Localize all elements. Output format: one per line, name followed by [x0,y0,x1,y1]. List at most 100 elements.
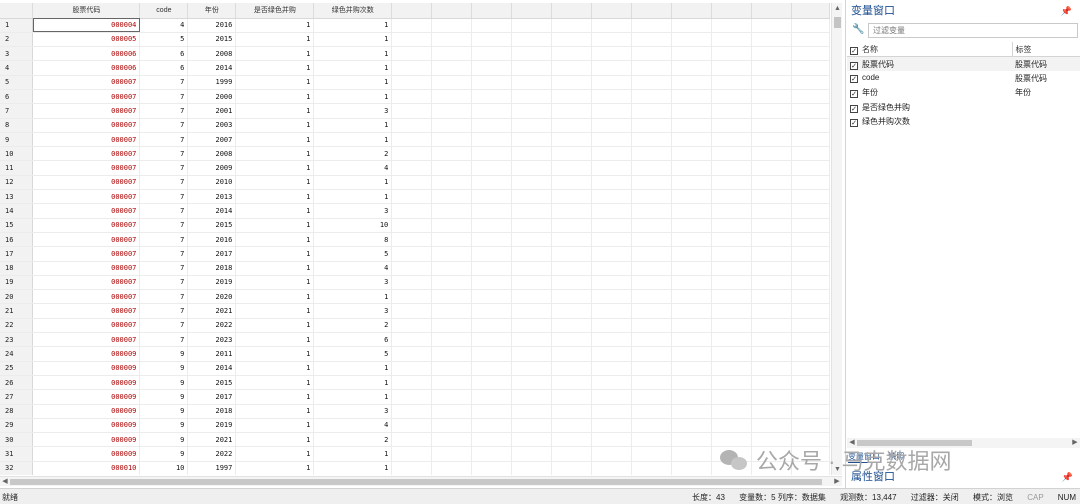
cell-stock-code[interactable]: 000007 [32,246,141,262]
cell-green-merger-count[interactable]: 2 [313,432,393,448]
cell-green-merger-count[interactable]: 1 [313,132,393,148]
cell-code[interactable]: 9 [139,346,189,362]
cell-code[interactable]: 7 [139,89,189,105]
table-row[interactable]: 32 000010 10 1997 1 1 [0,461,830,475]
cell-year[interactable]: 2020 [187,289,237,305]
cell-stock-code[interactable]: 000009 [32,418,141,434]
cell-year[interactable]: 2019 [187,418,237,434]
scroll-right-icon[interactable]: ▶ [832,477,842,486]
cell-stock-code[interactable]: 000007 [32,75,141,90]
cell-stock-code[interactable]: 000009 [32,446,141,462]
scroll-right-icon[interactable]: ▶ [1070,438,1080,448]
cell-stock-code[interactable]: 000009 [32,404,141,419]
cell-green-merger-count[interactable]: 1 [313,175,393,191]
cell-code[interactable]: 7 [139,303,189,319]
table-row[interactable]: 20 000007 7 2020 1 1 [0,289,830,305]
table-row[interactable]: 5 000007 7 1999 1 1 [0,75,830,90]
cell-green-merger-count[interactable]: 1 [313,461,393,475]
cell-is-green-merger[interactable]: 1 [235,332,315,348]
cell-year[interactable]: 2001 [187,103,237,119]
cell-is-green-merger[interactable]: 1 [235,275,315,291]
cell-year[interactable]: 2010 [187,175,237,191]
cell-green-merger-count[interactable]: 3 [313,103,393,119]
cell-is-green-merger[interactable]: 1 [235,89,315,105]
cell-stock-code[interactable]: 000007 [32,332,141,348]
cell-stock-code[interactable]: 000007 [32,275,141,291]
cell-stock-code[interactable]: 000007 [32,89,141,105]
table-row[interactable]: 15 000007 7 2015 1 10 [0,218,830,233]
cell-code[interactable]: 7 [139,75,189,90]
filter-variables-input[interactable] [868,23,1078,38]
cell-code[interactable]: 7 [139,232,189,248]
pin-icon[interactable]: 📌 [1061,0,1072,22]
cell-year[interactable]: 2003 [187,118,237,133]
cell-code[interactable]: 9 [139,375,189,391]
cell-code[interactable]: 7 [139,332,189,348]
cell-year[interactable]: 2007 [187,132,237,148]
cell-is-green-merger[interactable]: 1 [235,461,315,475]
cell-is-green-merger[interactable]: 1 [235,103,315,119]
cell-green-merger-count[interactable]: 3 [313,275,393,291]
variable-row[interactable]: ✓ 是否绿色并购 [847,100,1080,115]
cell-year[interactable]: 2018 [187,404,237,419]
cell-year[interactable]: 2019 [187,275,237,291]
variable-row[interactable]: ✓ 股票代码 股票代码 [847,56,1080,71]
cell-green-merger-count[interactable]: 1 [313,189,393,205]
cell-code[interactable]: 7 [139,175,189,191]
table-row[interactable]: 2 000005 5 2015 1 1 [0,32,830,48]
pin-icon[interactable]: 📌 [1062,466,1073,488]
cell-is-green-merger[interactable]: 1 [235,46,315,62]
cell-year[interactable]: 2014 [187,361,237,376]
cell-is-green-merger[interactable]: 1 [235,375,315,391]
cell-is-green-merger[interactable]: 1 [235,404,315,419]
cell-green-merger-count[interactable]: 1 [313,18,393,33]
column-header[interactable]: code [139,3,189,19]
table-row[interactable]: 12 000007 7 2010 1 1 [0,175,830,191]
table-row[interactable]: 18 000007 7 2018 1 4 [0,261,830,276]
cell-year[interactable]: 2021 [187,432,237,448]
grid-horizontal-scrollbar[interactable]: ◀ ▶ [0,476,842,486]
cell-code[interactable]: 10 [139,461,189,475]
cell-code[interactable]: 6 [139,60,189,76]
cell-code[interactable]: 7 [139,261,189,276]
table-row[interactable]: 1 000004 4 2016 1 1 [0,18,830,33]
table-row[interactable]: 14 000007 7 2014 1 3 [0,203,830,219]
cell-green-merger-count[interactable]: 5 [313,346,393,362]
cell-green-merger-count[interactable]: 5 [313,246,393,262]
cell-is-green-merger[interactable]: 1 [235,146,315,162]
cell-green-merger-count[interactable]: 6 [313,332,393,348]
cell-stock-code[interactable]: 000007 [32,103,141,119]
cell-stock-code[interactable]: 000007 [32,132,141,148]
table-row[interactable]: 22 000007 7 2022 1 2 [0,318,830,334]
cell-code[interactable]: 7 [139,203,189,219]
cell-is-green-merger[interactable]: 1 [235,132,315,148]
cell-green-merger-count[interactable]: 1 [313,32,393,48]
cell-year[interactable]: 2008 [187,146,237,162]
table-row[interactable]: 30 000009 9 2021 1 2 [0,432,830,448]
variable-checkbox[interactable]: ✓ [850,119,858,128]
variable-checkbox[interactable]: ✓ [850,75,858,84]
cell-green-merger-count[interactable]: 1 [313,89,393,105]
cell-is-green-merger[interactable]: 1 [235,18,315,33]
cell-green-merger-count[interactable]: 4 [313,261,393,276]
scroll-up-icon[interactable]: ▲ [832,3,843,14]
cell-stock-code[interactable]: 000010 [32,461,141,475]
cell-code[interactable]: 9 [139,389,189,405]
variable-checkbox[interactable]: ✓ [850,104,858,113]
column-header[interactable]: 绿色并购次数 [313,3,393,19]
cell-green-merger-count[interactable]: 4 [313,160,393,176]
column-header[interactable]: 是否绿色并购 [235,3,315,19]
cell-year[interactable]: 2016 [187,18,237,33]
cell-year[interactable]: 2017 [187,389,237,405]
table-row[interactable]: 31 000009 9 2022 1 1 [0,446,830,462]
cell-year[interactable]: 2011 [187,346,237,362]
cell-year[interactable]: 2018 [187,261,237,276]
cell-stock-code[interactable]: 000006 [32,46,141,62]
cell-green-merger-count[interactable]: 2 [313,146,393,162]
cell-is-green-merger[interactable]: 1 [235,218,315,233]
column-header[interactable]: 股票代码 [32,3,141,19]
cell-stock-code[interactable]: 000007 [32,203,141,219]
cell-year[interactable]: 2022 [187,446,237,462]
cell-year[interactable]: 2014 [187,60,237,76]
table-row[interactable]: 16 000007 7 2016 1 8 [0,232,830,248]
